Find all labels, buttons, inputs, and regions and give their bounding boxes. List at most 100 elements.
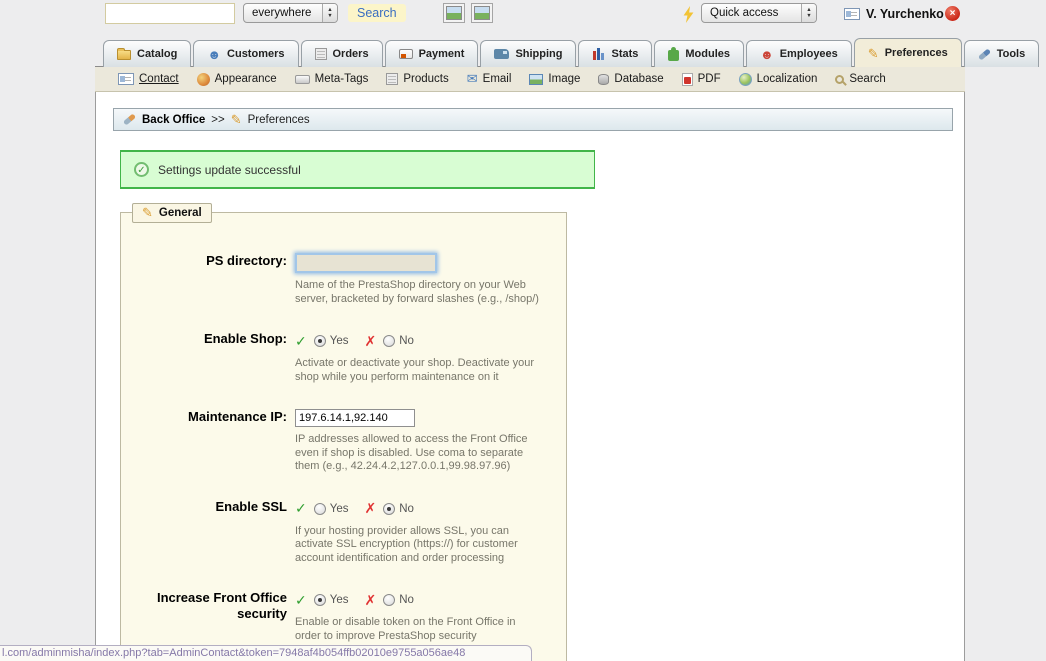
field-label: Maintenance IP: [188, 409, 287, 424]
pencil-icon [142, 206, 153, 219]
preferences-submenu: Contact Appearance Meta-Tags Products Em… [95, 66, 965, 92]
pdf-icon [681, 72, 693, 86]
enable-ssl-no-radio[interactable] [383, 502, 396, 515]
tab-payment[interactable]: Payment [384, 40, 479, 67]
ps-directory-input[interactable] [295, 253, 437, 273]
fo-security-no-radio[interactable] [383, 594, 396, 606]
employee-card-icon [844, 8, 860, 20]
enable-shop-no-radio[interactable] [383, 335, 396, 347]
field-label: Enable Shop: [203, 331, 287, 346]
form-row-maintenance-ip: Maintenance IP: IP addresses allowed to … [121, 409, 566, 474]
cart-icon [386, 73, 399, 85]
picture-icon [529, 73, 544, 85]
tool-icon [122, 113, 137, 126]
submenu-pdf[interactable]: PDF [673, 72, 730, 86]
field-help: If your hosting provider allows SSL, you… [295, 524, 518, 564]
form-row-enable-ssl: Enable SSL Yes No If your hosting provid… [121, 499, 566, 566]
top-bar: everywhere ▲ ▼ Search Quick access ▲ ▼ V. … [0, 0, 1046, 32]
lightning-icon [683, 6, 694, 23]
field-help: Enable or disable token on the Front Off… [295, 616, 516, 642]
form-row-ps-directory: PS directory: Name of the PrestaShop dir… [121, 253, 566, 306]
breadcrumb: Back Office >> Preferences [113, 108, 953, 131]
puzzle-icon [668, 46, 680, 61]
submenu-email[interactable]: Email [458, 73, 521, 85]
success-text: Settings update successful [158, 162, 301, 177]
logout-icon[interactable] [945, 6, 960, 21]
form-row-front-office-security: Increase Front Office security Yes No En… [121, 590, 566, 643]
view-shop-new-window-icon[interactable] [471, 3, 493, 23]
magnifier-icon [835, 74, 845, 84]
quick-access-value: Quick access [710, 7, 779, 19]
tab-preferences[interactable]: Preferences [853, 38, 962, 67]
field-label: Enable SSL [215, 498, 287, 514]
tab-stats[interactable]: Stats [578, 40, 653, 67]
payment-card-icon [398, 49, 413, 59]
no-cross-icon [365, 500, 377, 517]
submenu-database[interactable]: Database [589, 73, 672, 85]
folder-icon [117, 48, 131, 60]
yes-check-icon [295, 592, 307, 609]
breadcrumb-separator: >> [211, 113, 225, 126]
wrench-icon [977, 47, 991, 61]
tab-catalog[interactable]: Catalog [103, 40, 192, 67]
employee-icon [760, 48, 774, 61]
no-cross-icon [365, 592, 377, 609]
tab-modules[interactable]: Modules [654, 40, 745, 67]
maintenance-ip-input[interactable] [295, 409, 415, 427]
submenu-contact[interactable]: Contact [109, 73, 188, 85]
tab-tools[interactable]: Tools [963, 40, 1040, 67]
prestashop-admin-window: everywhere ▲ ▼ Search Quick access ▲ ▼ V. … [0, 0, 1046, 661]
tab-customers[interactable]: Customers [193, 40, 299, 67]
breadcrumb-current: Preferences [247, 113, 310, 126]
main-tabs: Catalog Customers Orders Payment Shippin… [103, 38, 1040, 67]
pencil-icon [868, 47, 879, 60]
breadcrumb-root[interactable]: Back Office [142, 114, 205, 126]
field-label: PS directory: [206, 253, 287, 268]
form-row-enable-shop: Enable Shop: Yes No Activate or deactiva… [121, 331, 566, 384]
submenu-meta-tags[interactable]: Meta-Tags [286, 73, 378, 85]
tab-employees[interactable]: Employees [746, 40, 852, 67]
truck-icon [494, 49, 510, 59]
yes-check-icon [295, 333, 307, 350]
field-help: Name of the PrestaShop directory on your… [295, 279, 539, 305]
status-url: l.com/adminmisha/index.php?tab=AdminCont… [2, 647, 466, 659]
success-message: Settings update successful [120, 150, 595, 189]
submenu-products[interactable]: Products [377, 73, 457, 85]
fo-security-yes-radio[interactable] [313, 594, 326, 606]
search-scope-value: everywhere [252, 7, 312, 19]
pencil-icon [231, 113, 242, 126]
submenu-search[interactable]: Search [826, 73, 894, 85]
customer-icon [207, 48, 221, 61]
search-button[interactable]: Search [348, 4, 406, 22]
field-help: IP addresses allowed to access the Front… [295, 433, 528, 472]
stepper-icon: ▲ ▼ [322, 4, 337, 22]
palette-icon [196, 72, 210, 86]
bar-chart-icon [592, 48, 606, 60]
general-fieldset: General PS directory: Name of the Presta… [120, 203, 567, 661]
database-icon [598, 73, 610, 85]
keyboard-icon [294, 74, 310, 84]
search-scope-select[interactable]: everywhere ▲ ▼ [243, 3, 338, 23]
user-name: V. Yurchenko [866, 7, 944, 21]
envelope-icon [467, 73, 478, 85]
yes-check-icon [295, 500, 307, 517]
no-cross-icon [365, 333, 377, 350]
submenu-appearance[interactable]: Appearance [188, 72, 286, 86]
tab-shipping[interactable]: Shipping [480, 40, 577, 67]
field-label: Increase Front Office security [156, 590, 287, 621]
fieldset-legend: General [132, 203, 212, 223]
enable-ssl-yes-radio[interactable] [313, 502, 326, 515]
field-help: Activate or deactivate your shop. Deacti… [295, 357, 535, 383]
contact-card-icon [118, 73, 134, 85]
submenu-image[interactable]: Image [520, 73, 589, 85]
search-input[interactable] [105, 3, 235, 24]
globe-icon [738, 72, 752, 86]
view-shop-icon[interactable] [443, 3, 465, 23]
check-circle-icon [134, 162, 149, 177]
quick-access-select[interactable]: Quick access ▲ ▼ [701, 3, 817, 23]
submenu-localization[interactable]: Localization [730, 72, 827, 86]
stepper-icon: ▲ ▼ [801, 4, 816, 22]
orders-icon [314, 48, 327, 60]
enable-shop-yes-radio[interactable] [313, 335, 326, 347]
tab-orders[interactable]: Orders [300, 40, 383, 67]
